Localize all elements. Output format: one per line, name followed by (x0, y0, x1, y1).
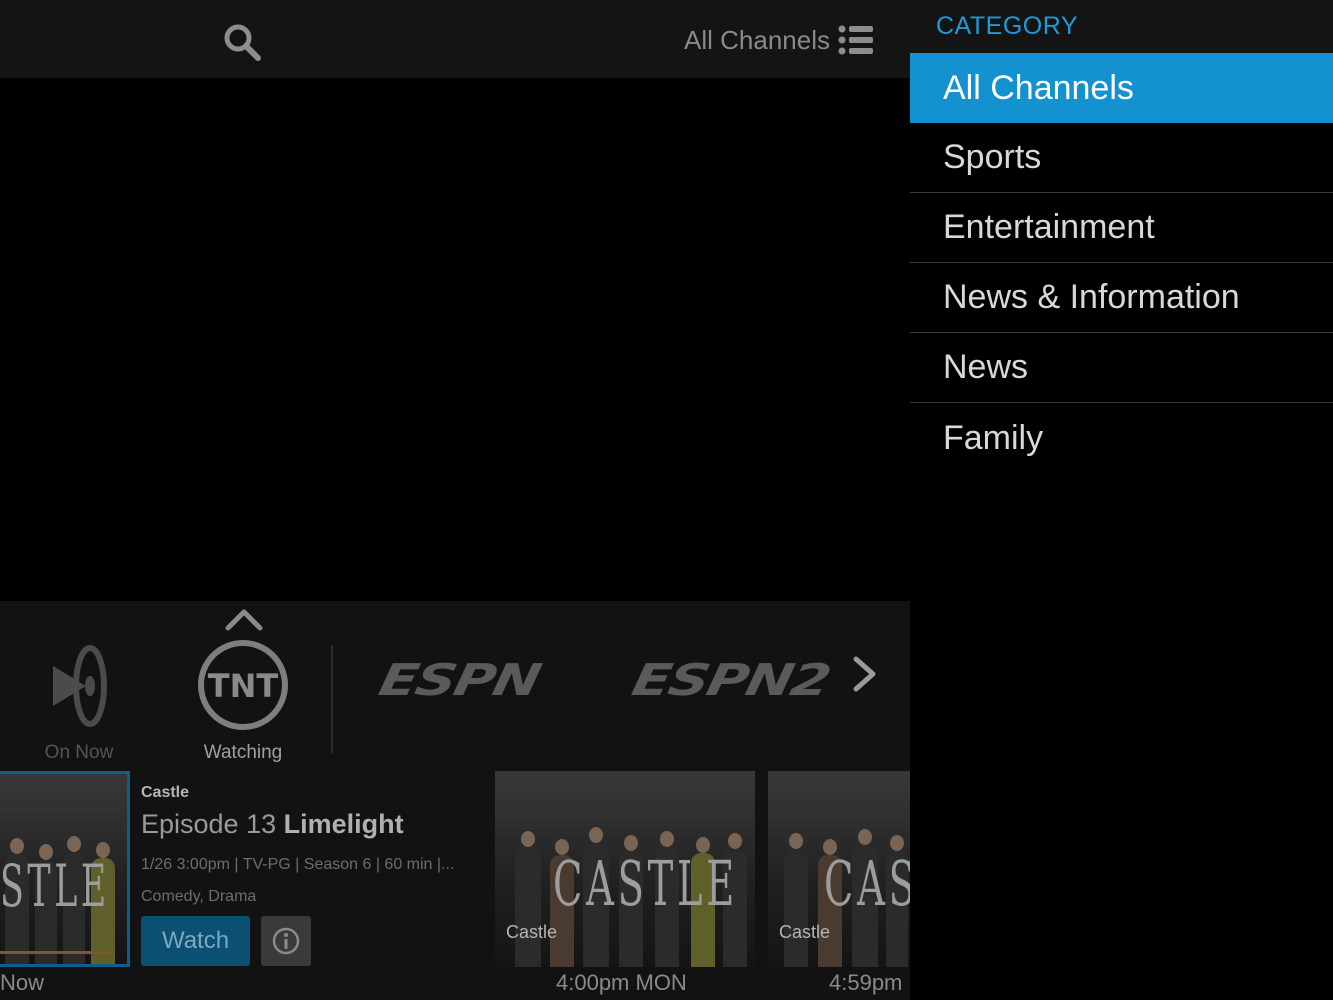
thumbnail-art-text: CASTLE (824, 847, 910, 920)
watch-button[interactable]: Watch (141, 916, 250, 966)
thumb-figure (784, 833, 808, 967)
category-item-news[interactable]: News (910, 333, 1333, 403)
program-genre: Comedy, Drama (141, 888, 257, 905)
category-item-entertainment[interactable]: Entertainment (910, 193, 1333, 263)
program-show-title: Castle (141, 784, 190, 801)
episode-title: Limelight (283, 809, 404, 839)
tnt-logo-text: TNT (208, 667, 279, 705)
program-meta: 1/26 3:00pm | TV-PG | Season 6 | 60 min … (141, 856, 455, 873)
espn2-logo[interactable]: ESPN2 (628, 655, 834, 706)
upcoming-thumbnail[interactable]: CASTLE Castle (768, 771, 910, 967)
progress-bar (0, 951, 115, 954)
episode-number: Episode 13 (141, 809, 277, 839)
on-now-icon[interactable] (50, 644, 108, 728)
upcoming-thumbnail[interactable]: CASTLE Castle (495, 771, 755, 967)
chevron-up-icon[interactable] (224, 606, 264, 632)
list-icon (838, 25, 873, 55)
top-bar: All Channels (0, 0, 910, 78)
main-content: All Channels On Now TNT Watching ESPN ES… (0, 0, 910, 1000)
on-now-label: On Now (44, 742, 114, 763)
video-player[interactable] (0, 78, 910, 601)
channel-filter-button[interactable]: All Channels (684, 20, 874, 60)
thumbnail-art-text: CASTLE (0, 852, 110, 920)
search-icon[interactable] (222, 22, 262, 62)
chevron-right-icon[interactable] (848, 654, 880, 694)
category-item-all-channels[interactable]: All Channels (910, 53, 1333, 123)
divider (331, 645, 333, 753)
tnt-logo[interactable]: TNT (196, 638, 290, 732)
upcoming-time: 4:59pm (829, 970, 903, 995)
category-header: CATEGORY (910, 0, 1333, 53)
now-time-label: Now (0, 970, 45, 995)
upcoming-title: Castle (779, 922, 831, 942)
channel-filter-label: All Channels (684, 24, 830, 55)
info-icon (272, 927, 300, 955)
category-panel: CATEGORY All Channels Sports Entertainme… (910, 0, 1333, 1000)
info-button[interactable] (261, 916, 311, 966)
watching-label: Watching (203, 742, 283, 763)
category-item-family[interactable]: Family (910, 403, 1333, 473)
program-episode: Episode 13 Limelight (141, 809, 404, 840)
upcoming-title: Castle (506, 922, 558, 942)
upcoming-time: 4:00pm MON (556, 970, 687, 995)
category-item-news-information[interactable]: News & Information (910, 263, 1333, 333)
thumbnail-art-text: CASTLE (553, 847, 739, 920)
espn-logo[interactable]: ESPN (375, 655, 544, 706)
category-title: CATEGORY (936, 12, 1078, 40)
thumb-figure (515, 831, 541, 967)
now-playing-thumbnail[interactable]: CASTLE (0, 771, 130, 967)
category-item-sports[interactable]: Sports (910, 123, 1333, 193)
